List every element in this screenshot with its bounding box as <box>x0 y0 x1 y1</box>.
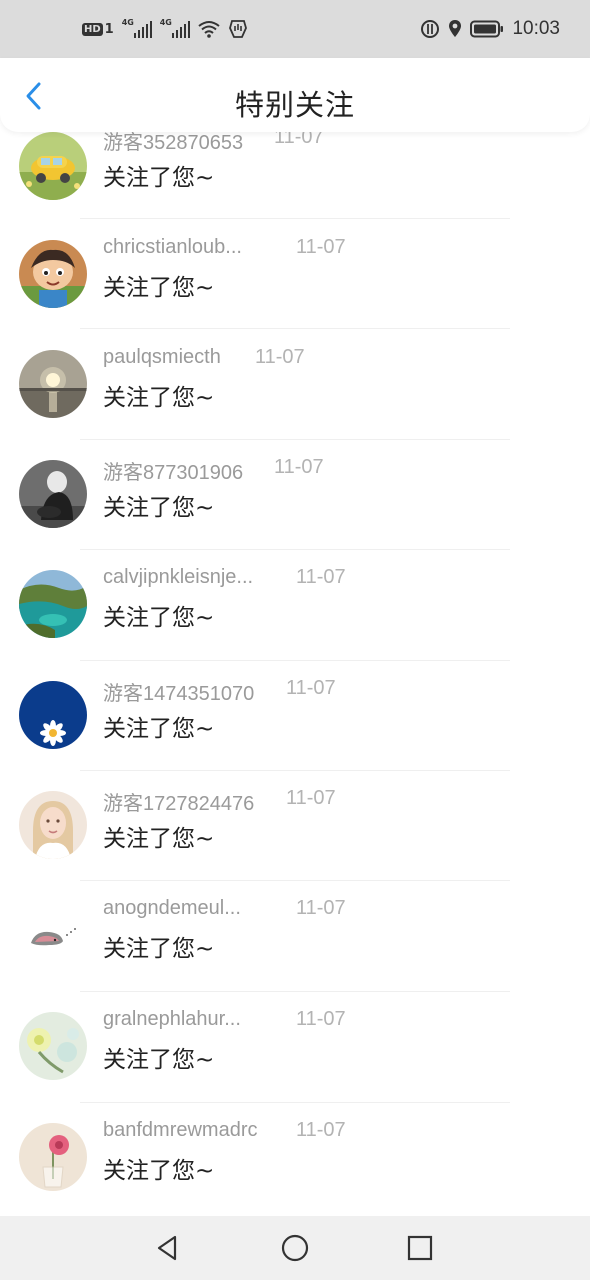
list-item[interactable]: banfdmrewmadrc 11-07 关注了您~ <box>0 1109 590 1216</box>
divider <box>80 880 510 881</box>
date: 11-07 <box>296 1008 346 1030</box>
list-item[interactable]: calvjipnkleisnje... 11-07 关注了您~ <box>0 556 590 666</box>
message: 关注了您~ <box>103 605 215 631</box>
network-label-2: 4G <box>159 18 172 27</box>
pastel-flowers-image <box>19 1012 87 1080</box>
username[interactable]: anogndemeul... <box>103 897 241 920</box>
message: 关注了您~ <box>103 936 215 962</box>
username[interactable]: chricstianloub... <box>103 236 242 259</box>
divider <box>80 439 510 440</box>
avatar[interactable] <box>19 460 87 528</box>
list-item[interactable]: 游客352870653 11-07 关注了您~ <box>0 124 590 226</box>
data-saver-icon <box>420 19 440 39</box>
system-nav-bar <box>0 1216 590 1280</box>
page-title: 特别关注 <box>234 88 355 122</box>
cartoon-boy-image <box>19 240 87 308</box>
date: 11-07 <box>296 1119 346 1141</box>
status-right: 10:03 <box>420 18 560 40</box>
status-clock: 10:03 <box>512 18 560 39</box>
hand-icon <box>228 19 248 39</box>
message: 关注了您~ <box>103 165 215 191</box>
message: 关注了您~ <box>103 275 215 301</box>
message: 关注了您~ <box>103 1047 215 1073</box>
message: 关注了您~ <box>103 826 215 852</box>
list-item[interactable]: 游客1727824476 11-07 关注了您~ <box>0 777 590 887</box>
username[interactable]: 游客877301906 <box>103 456 243 485</box>
avatar[interactable] <box>19 791 87 859</box>
sunset-sea-image <box>19 350 87 418</box>
wifi-icon <box>198 20 220 38</box>
avatar[interactable] <box>19 570 87 638</box>
message: 关注了您~ <box>103 1158 215 1184</box>
avatar[interactable] <box>19 1012 87 1080</box>
blue-daisy-image <box>19 681 87 749</box>
message: 关注了您~ <box>103 385 215 411</box>
username[interactable]: 游客1727824476 <box>103 787 254 816</box>
triangle-back-icon <box>157 1235 177 1261</box>
username[interactable]: gralnephlahur... <box>103 1008 241 1031</box>
username[interactable]: calvjipnkleisnje... <box>103 566 253 589</box>
special-follow-list[interactable]: 游客352870653 11-07 关注了您~ chricstianloub..… <box>0 124 590 1216</box>
message: 关注了您~ <box>103 716 215 742</box>
square-recent-icon <box>407 1235 433 1261</box>
divider <box>80 549 510 550</box>
divider <box>80 770 510 771</box>
avatar[interactable] <box>19 132 87 200</box>
sim-label: 1 <box>104 21 114 37</box>
dark-figure-image <box>19 460 87 528</box>
sleepy-critter-image <box>19 901 87 969</box>
list-item[interactable]: chricstianloub... 11-07 关注了您~ <box>0 226 590 336</box>
username[interactable]: 游客1474351070 <box>103 677 254 706</box>
date: 11-07 <box>286 787 336 809</box>
avatar[interactable] <box>19 681 87 749</box>
date: 11-07 <box>274 456 324 478</box>
hd-icon: HD 1 <box>82 22 114 37</box>
divider <box>80 1102 510 1103</box>
network-label: 4G <box>121 18 134 27</box>
divider <box>80 218 510 219</box>
divider <box>80 660 510 661</box>
nav-bar: 特别关注 <box>0 58 590 132</box>
system-home-button[interactable] <box>279 1232 311 1264</box>
pink-flower-vase-image <box>19 1123 87 1191</box>
signal-icon-2: 4G <box>159 18 190 38</box>
list-item[interactable]: gralnephlahur... 11-07 关注了您~ <box>0 998 590 1108</box>
signal-icon: 4G <box>121 18 152 38</box>
avatar[interactable] <box>19 1123 87 1191</box>
date: 11-07 <box>296 897 346 919</box>
divider <box>80 328 510 329</box>
list-item[interactable]: 游客1474351070 11-07 关注了您~ <box>0 667 590 777</box>
status-left: HD 1 4G 4G <box>82 18 248 39</box>
battery-icon <box>470 20 504 38</box>
avatar[interactable] <box>19 350 87 418</box>
list-item[interactable]: 游客877301906 11-07 关注了您~ <box>0 446 590 556</box>
date: 11-07 <box>255 346 305 368</box>
hd-label: HD <box>82 22 103 36</box>
message: 关注了您~ <box>103 495 215 521</box>
system-recent-button[interactable] <box>404 1232 436 1264</box>
date: 11-07 <box>296 236 346 258</box>
date: 11-07 <box>296 566 346 588</box>
location-icon <box>448 19 462 39</box>
portrait-image <box>19 791 87 859</box>
username[interactable]: banfdmrewmadrc <box>103 1119 258 1142</box>
avatar[interactable] <box>19 240 87 308</box>
list-item[interactable]: paulqsmiecth 11-07 关注了您~ <box>0 336 590 446</box>
circle-home-icon <box>281 1234 309 1262</box>
username[interactable]: paulqsmiecth <box>103 346 221 369</box>
status-bar: HD 1 4G 4G 10:03 <box>0 0 590 58</box>
coast-landscape-image <box>19 570 87 638</box>
date: 11-07 <box>286 677 336 699</box>
car-photo-image <box>19 132 87 200</box>
list-item[interactable]: anogndemeul... 11-07 关注了您~ <box>0 887 590 997</box>
divider <box>80 991 510 992</box>
avatar[interactable] <box>19 901 87 969</box>
system-back-button[interactable] <box>152 1232 184 1264</box>
